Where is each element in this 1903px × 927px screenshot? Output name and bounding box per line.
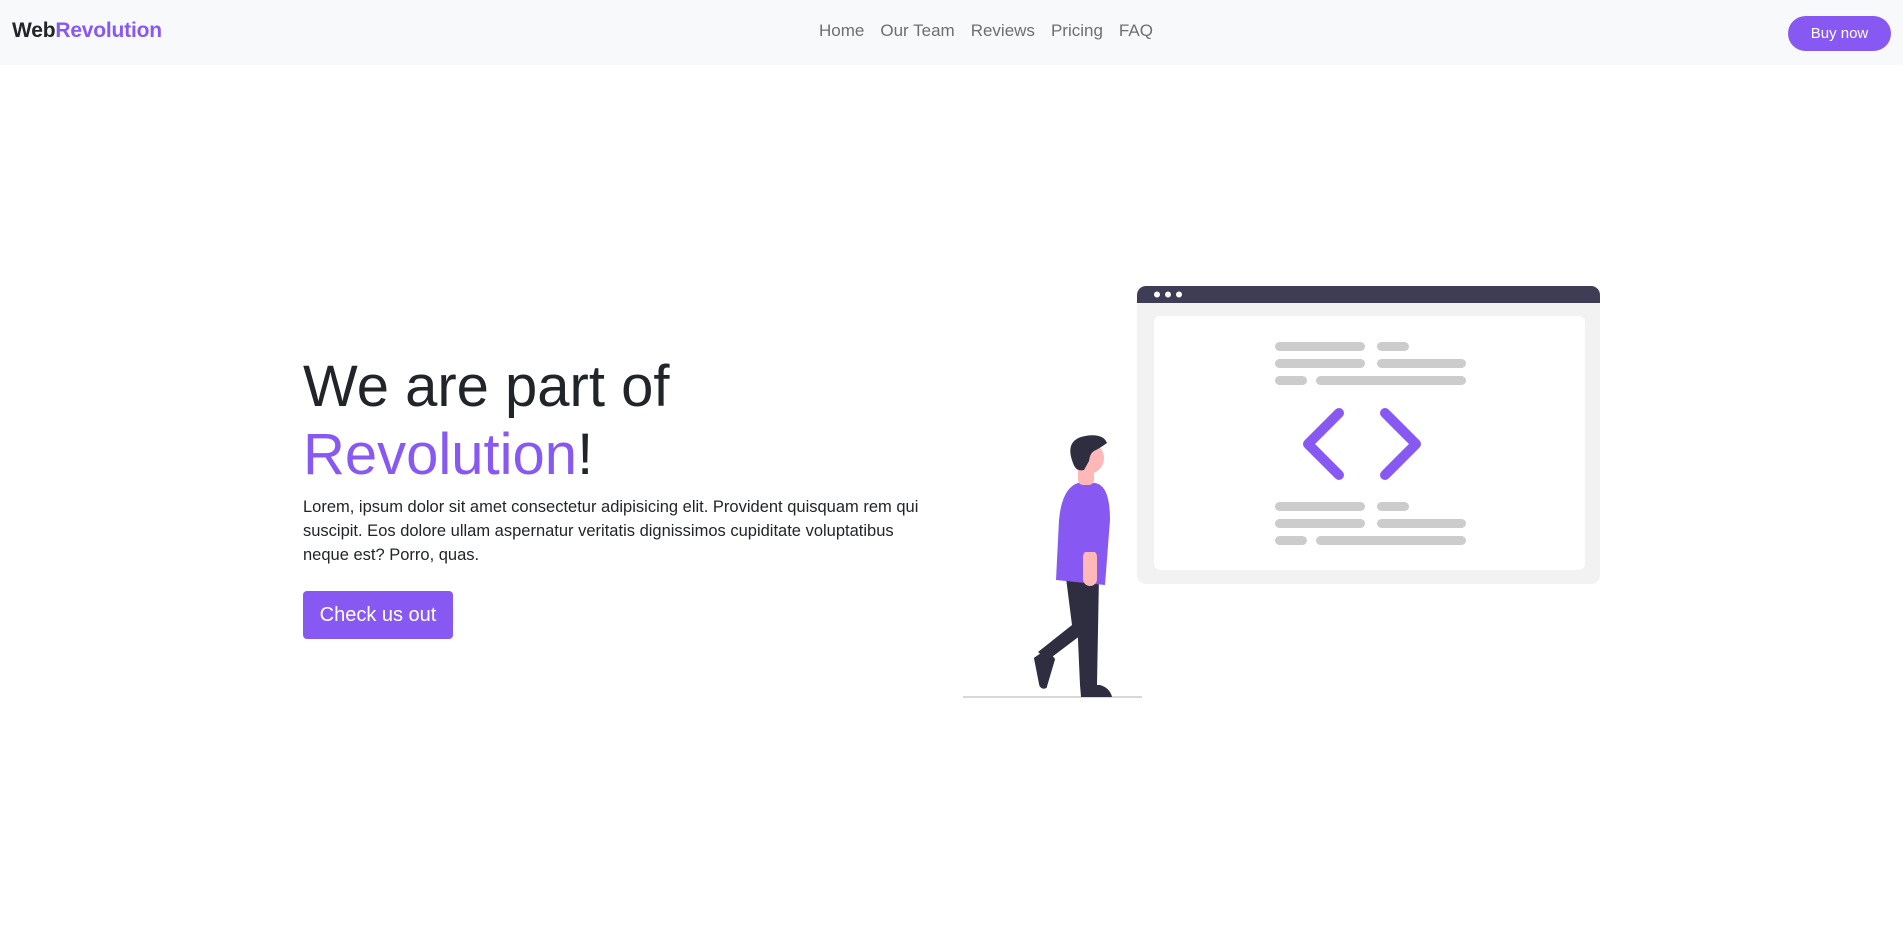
navbar: WebRevolution Home Our Team Reviews Pric… bbox=[0, 0, 1903, 65]
brand-prefix: Web bbox=[12, 19, 56, 42]
browser-window-illustration bbox=[1137, 286, 1600, 584]
hero-illustration bbox=[963, 286, 1600, 698]
hero-title-accent: Revolution bbox=[303, 422, 578, 487]
brand-logo[interactable]: WebRevolution bbox=[12, 19, 162, 43]
hero-title: We are part of Revolution! bbox=[303, 353, 669, 489]
check-us-out-button[interactable]: Check us out bbox=[303, 591, 453, 639]
walking-person-illustration bbox=[1033, 435, 1112, 697]
hero-title-line1: We are part of bbox=[303, 354, 670, 419]
brand-accent: Revolution bbox=[55, 19, 162, 42]
nav-link-pricing[interactable]: Pricing bbox=[1051, 21, 1103, 41]
hero-description: Lorem, ipsum dolor sit amet consectetur … bbox=[303, 498, 919, 564]
nav-link-our-team[interactable]: Our Team bbox=[880, 21, 954, 41]
nav-links: Home Our Team Reviews Pricing FAQ bbox=[819, 21, 1169, 41]
buy-now-button[interactable]: Buy now bbox=[1788, 16, 1891, 51]
nav-link-home[interactable]: Home bbox=[819, 21, 864, 41]
hero-title-suffix: ! bbox=[577, 422, 594, 487]
nav-link-faq[interactable]: FAQ bbox=[1119, 21, 1153, 41]
nav-link-reviews[interactable]: Reviews bbox=[971, 21, 1035, 41]
